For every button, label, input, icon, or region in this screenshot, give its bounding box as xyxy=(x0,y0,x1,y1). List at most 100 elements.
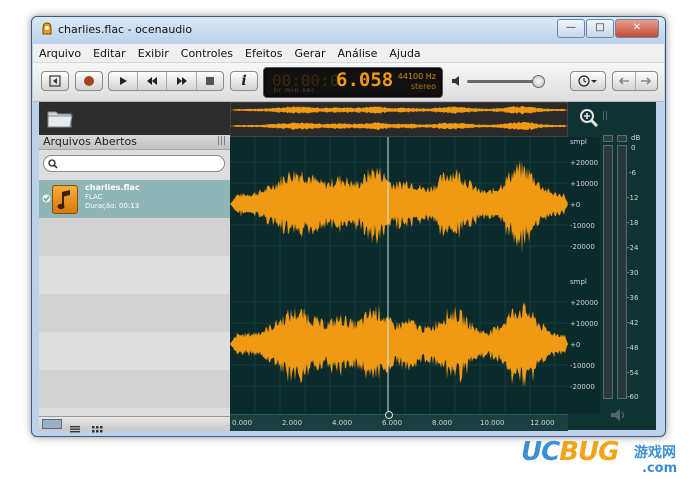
axis-label: +10000 xyxy=(570,320,599,328)
axis-label: -20000 xyxy=(570,243,595,251)
timeline-label: 10.000 xyxy=(480,419,505,427)
level-meter: dB 0 -6 -12 -18 -24 -30 -36 -42 -48 -54 … xyxy=(600,134,656,430)
zoom-in-icon[interactable] xyxy=(579,108,599,128)
window-controls: — □ ✕ xyxy=(556,19,659,38)
meter-scale-label: -12 xyxy=(627,194,639,202)
close-button[interactable]: ✕ xyxy=(615,19,659,38)
waveform-tracks[interactable] xyxy=(230,137,568,414)
speaker-icon[interactable] xyxy=(610,408,628,422)
minimize-button[interactable]: — xyxy=(557,19,585,38)
axis-label: +20000 xyxy=(570,159,599,167)
list-view-icon[interactable] xyxy=(67,419,83,433)
app-window: charlies.flac - ocenaudio — □ ✕ Arquivo … xyxy=(31,16,666,437)
menu-efeitos[interactable]: Efeitos xyxy=(239,47,288,60)
axis-label: +0 xyxy=(570,201,581,209)
arrow-right-icon xyxy=(641,77,652,85)
axis-label: -10000 xyxy=(570,222,595,230)
music-note-icon xyxy=(57,190,70,210)
axis-label: -20000 xyxy=(570,383,595,391)
menu-editar[interactable]: Editar xyxy=(87,47,132,60)
detail-view-icon[interactable] xyxy=(42,419,62,429)
file-duration: Duração: 00:13 xyxy=(85,202,140,210)
panel-grip-icon[interactable]: ||| xyxy=(217,136,226,146)
time-display-value: 6.058 xyxy=(336,69,394,91)
playhead-marker[interactable] xyxy=(385,411,393,419)
channel-mode-label: stereo xyxy=(410,82,436,91)
axis-label: smpl xyxy=(570,278,587,286)
rewind-icon xyxy=(147,77,158,85)
meter-scale-label: 0 xyxy=(631,144,636,152)
search-input[interactable] xyxy=(43,155,225,172)
window-title: charlies.flac - ocenaudio xyxy=(58,23,193,36)
menu-controles[interactable]: Controles xyxy=(175,47,239,60)
meter-grip-icon[interactable]: || xyxy=(602,111,608,121)
peak-indicator-left xyxy=(603,135,613,142)
fast-forward-icon xyxy=(176,77,187,85)
waveform-channel-left xyxy=(230,160,568,254)
overview-waveform[interactable] xyxy=(230,102,568,137)
time-display: 00:00:0 6.058 hr min sec 44100 Hz stereo xyxy=(263,67,443,98)
timeline-ruler[interactable]: 0.000 2.000 4.000 6.000 8.000 10.000 12.… xyxy=(230,411,568,431)
open-files-header: Arquivos Abertos ||| xyxy=(39,135,230,150)
play-icon xyxy=(120,77,128,85)
stop-button[interactable] xyxy=(197,72,223,90)
folder-icon[interactable] xyxy=(47,108,73,128)
meter-unit: dB xyxy=(631,134,641,142)
timeline-label: 0.000 xyxy=(232,419,253,427)
info-icon: i xyxy=(241,73,247,89)
search-icon xyxy=(48,159,58,169)
go-to-start-button[interactable] xyxy=(41,71,69,91)
go-to-start-icon xyxy=(49,75,61,87)
history-dropdown-button[interactable] xyxy=(570,71,606,91)
amplitude-axis: smpl +20000 +10000 +0 -10000 -20000 smpl… xyxy=(568,137,600,414)
watermark-logo: UCBUG xyxy=(521,437,619,467)
volume-slider-handle[interactable] xyxy=(532,75,545,88)
menu-ajuda[interactable]: Ajuda xyxy=(383,47,426,60)
axis-label: -10000 xyxy=(570,362,595,370)
meter-scale-label: -18 xyxy=(627,219,639,227)
menu-analise[interactable]: Análise xyxy=(332,47,384,60)
file-list-item[interactable]: charlies.flac FLAC Duração: 00:13 xyxy=(39,180,230,218)
waveform-canvas[interactable] xyxy=(230,137,568,414)
menu-gerar[interactable]: Gerar xyxy=(288,47,331,60)
timeline-label: 8.000 xyxy=(432,419,453,427)
title-bar: charlies.flac - ocenaudio — □ ✕ xyxy=(32,17,665,43)
axis-label: smpl xyxy=(570,138,587,146)
meter-scale-label: -60 xyxy=(627,393,639,401)
time-display-units: hr min sec xyxy=(274,87,316,94)
meter-scale-label: -24 xyxy=(627,244,639,252)
watermark-logo-glyphs: 游戏网 xyxy=(634,445,676,461)
clock-icon xyxy=(578,75,597,87)
transport-controls xyxy=(108,71,224,91)
audio-file-icon xyxy=(52,185,78,214)
file-name: charlies.flac xyxy=(85,183,140,192)
play-button[interactable] xyxy=(109,72,139,90)
menu-bar: Arquivo Editar Exibir Controles Efeitos … xyxy=(33,44,664,63)
view-mode-bar xyxy=(39,416,230,433)
menu-exibir[interactable]: Exibir xyxy=(132,47,175,60)
sidebar: Arquivos Abertos ||| charlies.flac FLAC … xyxy=(39,102,230,433)
record-icon xyxy=(84,76,94,86)
axis-label: +20000 xyxy=(570,299,599,307)
toolbar: i 00:00:0 6.058 hr min sec 44100 Hz ster… xyxy=(33,63,664,102)
meter-scale-label: -42 xyxy=(627,319,639,327)
meter-scale-label: -6 xyxy=(629,169,636,177)
fast-forward-button[interactable] xyxy=(167,72,197,90)
rewind-button[interactable] xyxy=(138,72,168,90)
redo-button[interactable] xyxy=(636,72,658,90)
timeline-label: 12.000 xyxy=(530,419,555,427)
stop-icon xyxy=(205,77,214,85)
maximize-button[interactable]: □ xyxy=(586,19,614,38)
meter-scale-label: -30 xyxy=(627,269,639,277)
menu-arquivo[interactable]: Arquivo xyxy=(33,47,87,60)
ocenaudio-logo-icon xyxy=(42,22,52,35)
grid-view-icon[interactable] xyxy=(89,419,105,433)
arrow-left-icon xyxy=(618,77,629,85)
undo-button[interactable] xyxy=(613,72,636,90)
timeline-label: 6.000 xyxy=(382,419,403,427)
record-button[interactable] xyxy=(75,71,103,91)
meter-bar-right xyxy=(617,145,627,399)
info-button[interactable]: i xyxy=(230,71,258,91)
meter-scale-label: -48 xyxy=(627,344,639,352)
axis-label: +0 xyxy=(570,341,581,349)
